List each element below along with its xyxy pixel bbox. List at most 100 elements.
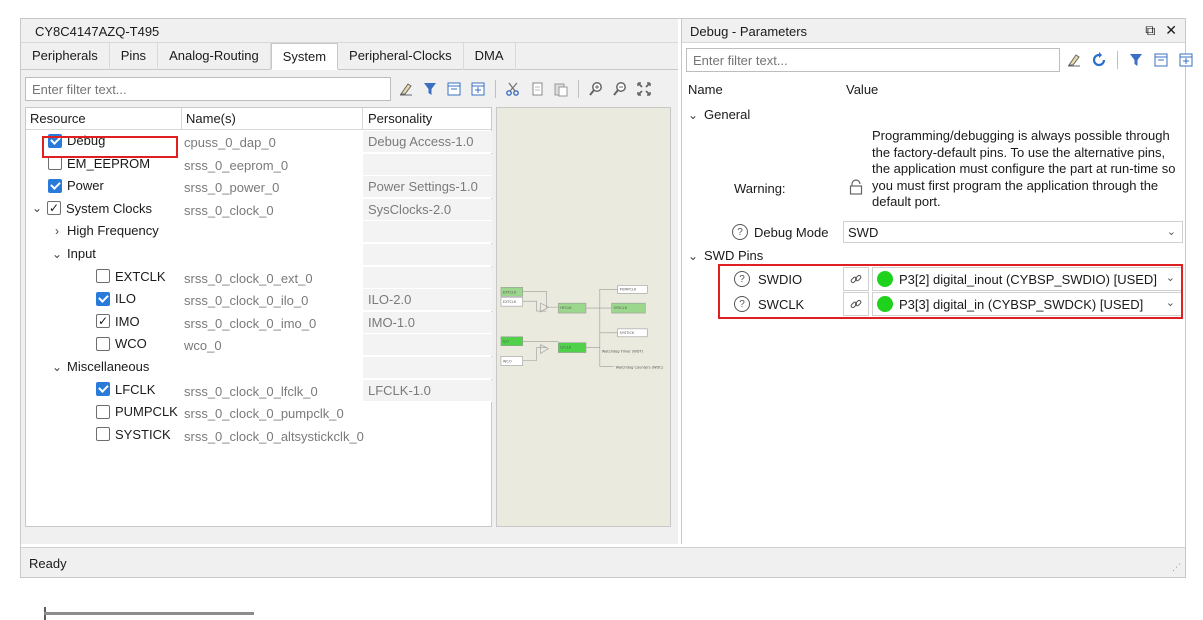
svg-text:Watchdog Timer (WDT): Watchdog Timer (WDT) [602,350,644,354]
tab-peripherals[interactable]: Peripherals [21,43,110,70]
resource-label: WCO [115,336,147,352]
debug-mode-row: ? Debug Mode SWD ⌄ [682,221,1185,243]
section-label: General [704,107,751,122]
svg-text:EXTCLK: EXTCLK [503,300,517,304]
section-swd-pins[interactable]: ⌄ SWD Pins [688,248,763,263]
resource-row-systick[interactable]: SYSTICK srss_0_clock_0_altsystickclk_0 [26,425,491,448]
float-window-icon[interactable]: ⧉ [1145,22,1155,39]
collapse-chevron-icon[interactable]: ⌄ [688,249,698,263]
parameters-title: Debug - Parameters [690,24,808,39]
tab-bar: Peripherals Pins Analog-Routing System P… [21,43,678,70]
resource-instance-name: srss_0_power_0 [184,180,280,196]
column-header-personality[interactable]: Personality [368,111,432,126]
resource-instance-name: srss_0_clock_0_imo_0 [184,315,317,331]
resource-row-extclk[interactable]: EXTCLK srss_0_clock_0_ext_0 [26,266,492,290]
filter-icon[interactable] [1126,50,1146,70]
section-general[interactable]: ⌄ General [688,107,750,122]
paste-icon[interactable] [551,79,571,99]
fit-to-window-icon[interactable] [634,79,654,99]
clear-filter-icon[interactable] [1064,50,1084,70]
resource-personality[interactable] [363,153,492,176]
help-icon[interactable]: ? [732,224,748,240]
extclk-checkbox[interactable] [96,269,110,284]
expand-chevron-icon[interactable]: › [52,224,62,238]
parameters-table-header: Name Value [682,79,1185,101]
resource-personality[interactable]: IMO-1.0 [363,311,492,334]
clock-diagram-canvas[interactable]: EXTCLK EXTCLK ILO WCO HFCLK LFCLK SYSCLK… [496,107,671,527]
expand-all-icon[interactable] [468,79,488,99]
copy-icon[interactable] [527,79,547,99]
column-header-name[interactable]: Name [688,82,723,97]
wco-checkbox[interactable] [96,336,110,351]
system-clocks-checkbox[interactable] [47,201,61,216]
resize-grip-icon[interactable]: ⋰ [1172,562,1181,573]
svg-text:LFCLK: LFCLK [560,346,571,350]
resource-row-pumpclk[interactable]: PUMPCLK srss_0_clock_0_pumpclk_0 [26,402,491,425]
resource-table: Resource Name(s) Personality Debug cpuss… [25,107,492,620]
resource-instance-name: srss_0_clock_0 [184,202,274,218]
resource-row-system-clocks[interactable]: ⌄ System Clocks srss_0_clock_0 SysClocks… [26,198,492,222]
collapse-all-icon[interactable] [1151,50,1171,70]
resource-row-wco[interactable]: WCO wco_0 [26,334,492,357]
resource-personality[interactable] [363,334,492,357]
resource-personality[interactable]: Power Settings-1.0 [363,176,492,199]
resource-personality [363,221,492,244]
cut-icon[interactable] [503,79,523,99]
column-divider [362,108,363,130]
resource-group-input[interactable]: ⌄ Input [26,244,492,267]
resource-filter-input[interactable] [25,77,391,101]
reset-icon[interactable] [1089,50,1109,70]
swd-pins-highlight-box [718,264,1183,319]
column-header-name[interactable]: Name(s) [186,111,236,126]
tab-peripheral-clocks[interactable]: Peripheral-Clocks [338,43,464,70]
horizontal-scrollbar-thumb[interactable] [44,612,254,615]
device-configurator-pane: CY8C4147AZQ-T495 Peripherals Pins Analog… [21,19,678,620]
lfclk-checkbox[interactable] [96,382,110,397]
zoom-out-icon[interactable] [610,79,630,99]
zoom-in-icon[interactable] [586,79,606,99]
expand-all-icon[interactable] [1176,50,1196,70]
column-header-resource[interactable]: Resource [30,111,86,126]
resource-personality[interactable]: Debug Access-1.0 [363,131,492,153]
em-eeprom-checkbox[interactable] [48,156,62,171]
tab-dma[interactable]: DMA [464,43,516,70]
ilo-checkbox[interactable] [96,291,110,306]
tab-system[interactable]: System [270,43,339,70]
imo-checkbox[interactable] [96,314,110,329]
resource-instance-name: srss_0_clock_0_lfclk_0 [184,383,318,399]
debug-mode-value: SWD [848,225,879,240]
filter-icon[interactable] [420,79,440,99]
resource-personality[interactable]: ILO-2.0 [363,289,492,312]
resource-personality[interactable]: LFCLK-1.0 [363,379,492,402]
tab-analog-routing[interactable]: Analog-Routing [158,43,271,70]
collapse-chevron-icon[interactable]: ⌄ [52,247,62,261]
resource-row-ilo[interactable]: ILO srss_0_clock_0_ilo_0 ILO-2.0 [26,289,492,312]
collapse-chevron-icon[interactable]: ⌄ [52,360,62,374]
resource-personality[interactable]: SysClocks-2.0 [363,198,492,221]
systick-checkbox[interactable] [96,427,110,442]
close-icon[interactable]: ✕ [1165,22,1177,39]
resource-row-imo[interactable]: IMO srss_0_clock_0_imo_0 IMO-1.0 [26,311,492,335]
power-checkbox[interactable] [48,178,62,193]
collapse-all-icon[interactable] [444,79,464,99]
parameters-toolbar [1064,48,1196,72]
resource-group-high-frequency[interactable]: › High Frequency [26,221,492,244]
section-label: SWD Pins [704,248,764,263]
resource-group-miscellaneous[interactable]: ⌄ Miscellaneous [26,357,492,380]
tab-pins[interactable]: Pins [110,43,159,70]
pumpclk-checkbox[interactable] [96,404,110,419]
resource-toolbar [396,77,654,101]
resource-row-lfclk[interactable]: LFCLK srss_0_clock_0_lfclk_0 LFCLK-1.0 [26,379,492,403]
debug-mode-select[interactable]: SWD ⌄ [843,221,1183,243]
resource-group-label: Miscellaneous [67,359,150,374]
resource-personality[interactable] [363,266,492,289]
parameters-filter-input[interactable] [686,48,1060,72]
resource-row-power[interactable]: Power srss_0_power_0 Power Settings-1.0 [26,176,492,199]
collapse-chevron-icon[interactable]: ⌄ [688,108,698,122]
clear-filter-icon[interactable] [396,79,416,99]
svg-text:SYSTICK: SYSTICK [620,331,635,335]
collapse-chevron-icon[interactable]: ⌄ [32,201,42,215]
column-header-value[interactable]: Value [846,82,878,97]
resource-personality [363,244,492,266]
resource-instance-name: srss_0_clock_0_ilo_0 [184,293,309,309]
